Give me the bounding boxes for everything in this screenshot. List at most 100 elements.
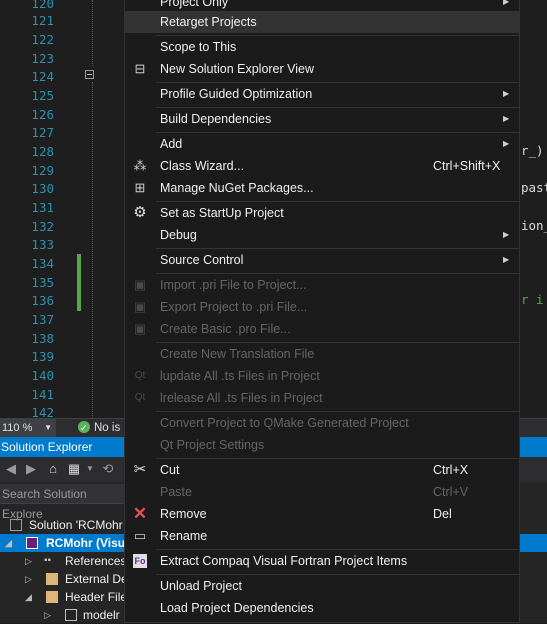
submenu-arrow-icon: ▶: [503, 139, 510, 148]
line-number: 123: [31, 51, 54, 66]
menu-item-create-new-translation-file[interactable]: Create New Translation File: [125, 343, 519, 365]
menu-item-new-solution-explorer-view[interactable]: ⊟ New Solution Explorer View: [125, 58, 519, 80]
expanded-arrow-icon: ◢: [25, 592, 32, 602]
line-number: 121: [31, 13, 54, 28]
menu-item-label: Profile Guided Optimization: [160, 87, 313, 101]
home-icon[interactable]: ⌂: [45, 461, 61, 477]
pending-changes-icon[interactable]: ⟲: [100, 461, 116, 477]
menu-item-label: Qt Project Settings: [160, 438, 265, 452]
solution-icon: [10, 519, 22, 531]
rename-icon: ▭: [133, 528, 147, 543]
issues-indicator[interactable]: No is: [78, 419, 120, 437]
menu-item-label: Source Control: [160, 253, 244, 267]
line-number: 139: [31, 349, 54, 364]
switch-views-icon[interactable]: ▦: [66, 461, 82, 477]
tree-item-label: External De: [65, 572, 128, 586]
menu-item-shortcut: Ctrl+Shift+X: [433, 159, 501, 173]
expanded-arrow-icon: ◢: [5, 538, 12, 548]
menu-item-import-pri-file[interactable]: ▣ Import .pri File to Project...: [125, 274, 519, 296]
menu-item-label: Paste: [160, 485, 192, 499]
menu-item-lupdate-ts-files[interactable]: Qt lupdate All .ts Files in Project: [125, 365, 519, 387]
chevron-down-icon[interactable]: ▼: [82, 461, 98, 477]
folder-icon: [46, 573, 58, 585]
class-wizard-icon: ⁂: [133, 158, 147, 173]
line-number: 130: [31, 181, 54, 196]
menu-item-add[interactable]: Add ▶: [125, 133, 519, 155]
zoom-dropdown[interactable]: 110 % ▼: [0, 419, 56, 437]
menu-item-paste[interactable]: Paste Ctrl+V: [125, 481, 519, 503]
scissors-icon: ✂: [133, 461, 147, 478]
menu-item-qt-project-settings[interactable]: Qt Project Settings: [125, 434, 519, 456]
collapse-toggle-icon[interactable]: [85, 70, 94, 79]
line-number: 135: [31, 275, 54, 290]
menu-item-set-as-startup-project[interactable]: ⚙ Set as StartUp Project: [125, 202, 519, 224]
line-number: 124: [31, 69, 54, 84]
menu-item-export-pri-file[interactable]: ▣ Export Project to .pri File...: [125, 296, 519, 318]
menu-item-load-project-dependencies[interactable]: Load Project Dependencies: [125, 597, 519, 619]
references-icon: ▪▪: [44, 555, 52, 566]
chevron-down-icon: ▼: [44, 423, 52, 432]
menu-item-unload-project[interactable]: Unload Project: [125, 575, 519, 597]
back-icon[interactable]: ◀: [3, 461, 19, 477]
menu-item-profile-guided-optimization[interactable]: Profile Guided Optimization ▶: [125, 83, 519, 105]
forward-icon[interactable]: ▶: [23, 461, 39, 477]
code-fragment: r_): [521, 143, 544, 158]
menu-item-label: Rename: [160, 529, 208, 543]
menu-item-remove[interactable]: ✕ Remove Del: [125, 503, 519, 525]
line-number: 126: [31, 107, 54, 122]
menu-item-class-wizard[interactable]: ⁂ Class Wizard... Ctrl+Shift+X: [125, 155, 519, 177]
line-number: 133: [31, 237, 54, 252]
submenu-arrow-icon: ▶: [503, 89, 510, 98]
line-number: 137: [31, 312, 54, 327]
menu-item-cut[interactable]: ✂ Cut Ctrl+X: [125, 459, 519, 481]
menu-item-source-control[interactable]: Source Control ▶: [125, 249, 519, 271]
menu-item-label: Extract Compaq Visual Fortran Project It…: [160, 554, 408, 568]
indent-guide: [92, 0, 93, 66]
line-number: 125: [31, 88, 54, 103]
submenu-arrow-icon: ▶: [503, 230, 510, 239]
line-number: 131: [31, 200, 54, 215]
tree-item-label: Solution 'RCMohr: [29, 518, 123, 532]
issues-text: No is: [94, 422, 121, 434]
menu-item-manage-nuget-packages[interactable]: ⊞ Manage NuGet Packages...: [125, 177, 519, 199]
remove-x-icon: ✕: [132, 504, 148, 523]
menu-item-label: Build Dependencies: [160, 112, 272, 126]
collapsed-arrow-icon: ▷: [25, 556, 32, 566]
line-number: 142: [31, 405, 54, 418]
menu-item-shortcut: Del: [433, 507, 452, 521]
zoom-level: 110 %: [2, 422, 33, 434]
project-context-menu: Project Only ▶ Retarget Projects Scope t…: [124, 0, 520, 623]
menu-item-debug[interactable]: Debug ▶: [125, 224, 519, 246]
line-number: 136: [31, 293, 54, 308]
menu-item-rename[interactable]: ▭ Rename: [125, 525, 519, 547]
menu-item-shortcut: Ctrl+X: [433, 463, 469, 477]
menu-item-extract-compaq-fortran-items[interactable]: Fo Extract Compaq Visual Fortran Project…: [125, 550, 519, 572]
line-number: 127: [31, 125, 54, 140]
tree-item-label: References: [65, 554, 127, 568]
line-number: 138: [31, 331, 54, 346]
menu-item-label: Import .pri File to Project...: [160, 278, 307, 292]
menu-item-label: Add: [160, 137, 183, 151]
menu-item-label: Export Project to .pri File...: [160, 300, 308, 314]
new-view-icon: ⊟: [134, 61, 146, 76]
menu-item-scope-to-this[interactable]: Scope to This: [125, 36, 519, 58]
menu-item-label: Unload Project: [160, 579, 242, 593]
menu-item-convert-to-qmake-project[interactable]: Convert Project to QMake Generated Proje…: [125, 412, 519, 434]
menu-item-build-dependencies[interactable]: Build Dependencies ▶: [125, 108, 519, 130]
menu-item-label: Create Basic .pro File...: [160, 322, 291, 336]
menu-item-label: Convert Project to QMake Generated Proje…: [160, 416, 409, 430]
import-pri-icon: ▣: [133, 277, 147, 292]
menu-item-label: Debug: [160, 228, 197, 242]
menu-item-create-basic-pro-file[interactable]: ▣ Create Basic .pro File...: [125, 318, 519, 340]
menu-item-lrelease-ts-files[interactable]: Qt lrelease All .ts Files in Project: [125, 387, 519, 409]
submenu-arrow-icon: ▶: [503, 255, 510, 264]
qt-icon: Qt: [134, 370, 146, 381]
search-input[interactable]: Search Solution Explore: [0, 484, 130, 521]
code-fragment: ion_: [521, 218, 547, 233]
nuget-icon: ⊞: [134, 180, 146, 195]
fortran-icon: Fo: [133, 554, 147, 568]
header-file-icon: [65, 609, 77, 621]
menu-item-label: Cut: [160, 463, 180, 477]
menu-item-retarget-projects[interactable]: Retarget Projects: [125, 11, 519, 33]
collapsed-arrow-icon: ▷: [44, 610, 51, 620]
